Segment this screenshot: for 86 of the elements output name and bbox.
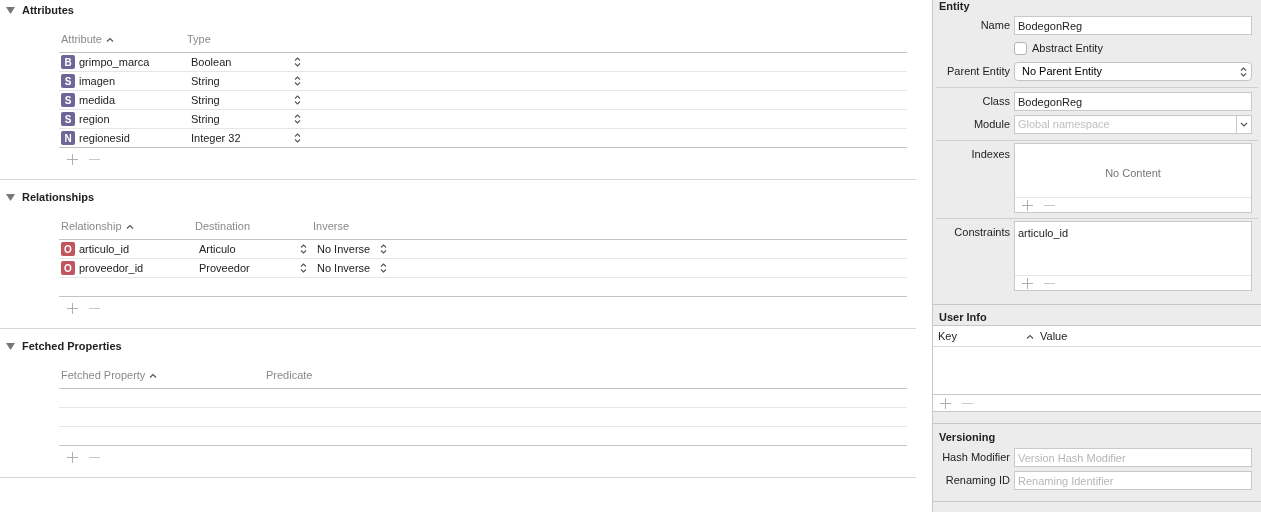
column-header[interactable]: Attribute [61, 31, 102, 48]
type-badge: O [61, 242, 75, 256]
disclosure-triangle-icon[interactable] [6, 192, 15, 202]
column-header[interactable]: Value [1040, 327, 1068, 345]
field-label: Name [979, 18, 1011, 34]
column-header[interactable]: Type [187, 31, 211, 48]
property-name: regionesid [79, 130, 130, 146]
popup-button[interactable]: String [187, 72, 303, 90]
class-field[interactable]: BodegonReg [1014, 92, 1252, 111]
chevron-down-icon[interactable] [1240, 122, 1248, 127]
column-header[interactable]: Inverse [313, 218, 350, 235]
add-button[interactable] [938, 396, 952, 410]
stepper-icon [380, 244, 387, 254]
sort-caret-icon [1026, 333, 1034, 339]
popup-button[interactable]: No Inverse [313, 259, 389, 277]
panel-title: User Info [938, 310, 988, 325]
field-label: Hash Modifier [941, 450, 1011, 466]
column-header[interactable]: Relationship [61, 218, 122, 235]
plus-icon [939, 397, 951, 409]
renaming-id-field[interactable]: Renaming Identifier [1014, 471, 1252, 490]
checkbox-label[interactable]: Abstract Entity [1032, 40, 1103, 57]
property-name: grimpo_marca [79, 54, 150, 70]
stepper-icon [294, 133, 301, 143]
property-name: imagen [79, 73, 116, 89]
field-label: Module [972, 117, 1011, 133]
stepper-icon [1240, 66, 1247, 77]
popup-button[interactable]: No Inverse [313, 240, 389, 258]
section-title: Relationships [22, 189, 95, 205]
add-button[interactable] [65, 152, 79, 166]
column-header[interactable]: Predicate [266, 367, 313, 384]
disclosure-triangle-icon[interactable] [6, 341, 15, 351]
module-combo-box[interactable]: Global namespace [1014, 115, 1252, 134]
type-badge: S [61, 93, 75, 107]
property-name: medida [79, 92, 116, 108]
checkbox[interactable] [1014, 42, 1027, 55]
column-header[interactable]: Key [938, 327, 1026, 345]
stepper-icon [294, 76, 301, 86]
section-title: Fetched Properties [22, 338, 122, 354]
popup-button[interactable]: Integer 32 [187, 129, 303, 147]
popup-button[interactable]: Proveedor [195, 259, 309, 277]
plus-icon [66, 451, 78, 463]
type-badge: S [61, 74, 75, 88]
type-badge: O [61, 261, 75, 275]
parent-entity-popup[interactable]: No Parent Entity [1014, 62, 1252, 81]
popup-button[interactable]: String [187, 110, 303, 128]
stepper-icon [380, 263, 387, 273]
add-button[interactable] [1020, 276, 1034, 290]
popup-button[interactable]: Articulo [195, 240, 309, 258]
hash-modifier-field[interactable]: Version Hash Modifier [1014, 448, 1252, 467]
column-header[interactable]: Fetched Property [61, 367, 146, 384]
sort-caret-icon [125, 224, 134, 229]
plus-icon [1021, 199, 1033, 211]
add-button[interactable] [65, 301, 79, 315]
sort-caret-icon [105, 37, 114, 42]
stepper-icon [294, 114, 301, 124]
popup-button[interactable]: String [187, 91, 303, 109]
field-label: Constraints [953, 225, 1011, 240]
stepper-icon [294, 57, 301, 67]
field-label: Indexes [970, 147, 1011, 162]
sort-caret-icon [149, 373, 158, 378]
popup-button[interactable]: Boolean [187, 53, 303, 71]
stepper-icon [300, 244, 307, 254]
type-badge: B [61, 55, 75, 69]
plus-icon [66, 153, 78, 165]
field-label: Class [981, 94, 1011, 110]
empty-message: No Content [1105, 166, 1161, 181]
stepper-icon [294, 95, 301, 105]
column-header[interactable]: Destination [195, 218, 251, 235]
plus-icon [66, 302, 78, 314]
property-name: articulo_id [79, 241, 130, 257]
stepper-icon [300, 263, 307, 273]
type-badge: S [61, 112, 75, 126]
name-field[interactable]: BodegonReg [1014, 16, 1252, 35]
panel-title: Entity [938, 0, 971, 14]
add-button[interactable] [65, 450, 79, 464]
disclosure-triangle-icon[interactable] [6, 5, 15, 15]
property-name: region [79, 111, 110, 127]
field-label: Parent Entity [946, 64, 1011, 80]
property-name: proveedor_id [79, 260, 144, 276]
plus-icon [1021, 277, 1033, 289]
field-label: Renaming ID [944, 473, 1011, 489]
type-badge: N [61, 131, 75, 145]
list-item[interactable]: articulo_id [1018, 225, 1069, 242]
section-title: Attributes [22, 2, 74, 18]
add-button[interactable] [1020, 198, 1034, 212]
panel-title: Versioning [938, 430, 997, 444]
